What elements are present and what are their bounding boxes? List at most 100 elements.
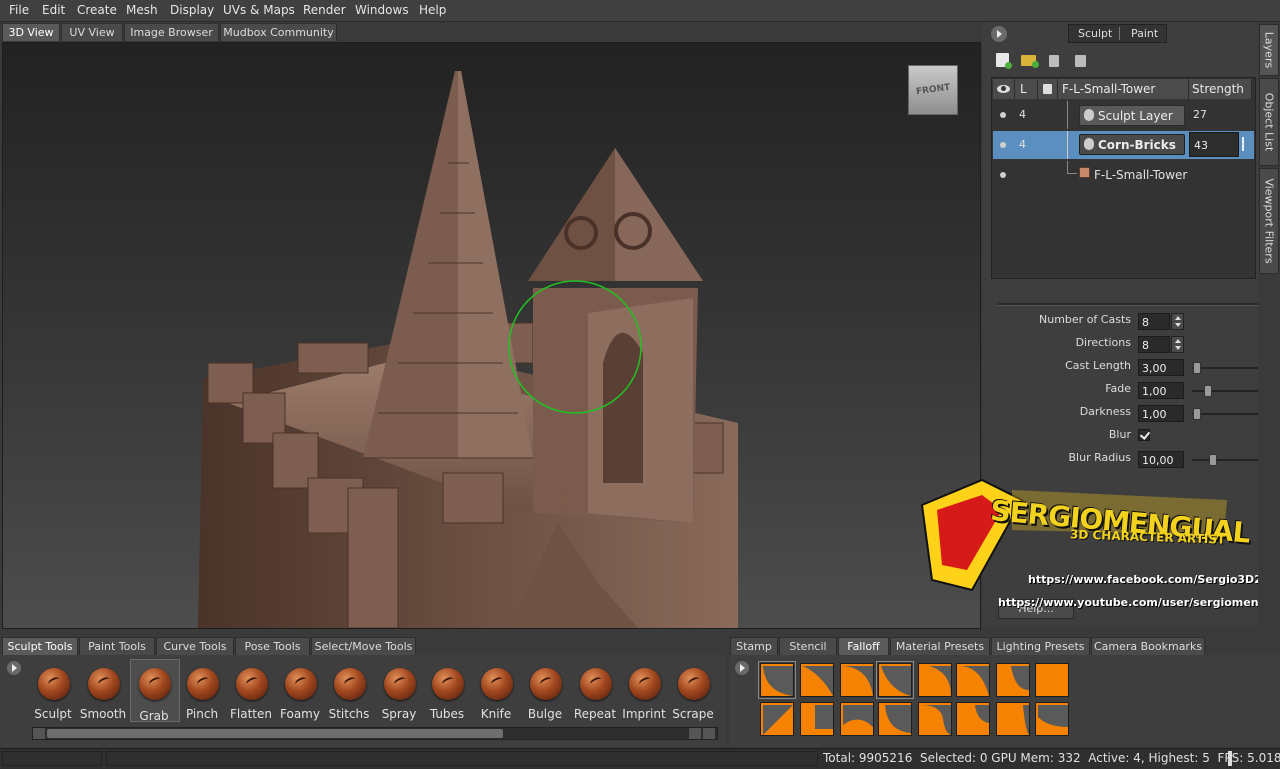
tab-pose-tools[interactable]: Pose Tools — [235, 637, 310, 655]
tab-paint-tools[interactable]: Paint Tools — [79, 637, 155, 655]
scroll-right-icon[interactable] — [689, 728, 701, 739]
tab-select-move-tools[interactable]: Select/Move Tools — [311, 637, 416, 655]
grab-icon — [139, 668, 171, 700]
sculpt-model — [198, 71, 738, 628]
blur-radius-knob[interactable] — [1209, 454, 1217, 466]
falloff-preset[interactable] — [956, 663, 990, 697]
tab-falloff[interactable]: Falloff — [838, 637, 889, 655]
tab-sculpt-tools[interactable]: Sculpt Tools — [2, 637, 78, 655]
strength-input[interactable]: 43 — [1189, 132, 1239, 157]
scroll-left-icon[interactable] — [33, 728, 45, 739]
falloff-expand-icon[interactable] — [735, 661, 749, 675]
falloff-preset[interactable] — [996, 702, 1030, 736]
tab-lighting-presets[interactable]: Lighting Presets — [991, 637, 1090, 655]
layer-name-button[interactable]: Sculpt Layer 1 — [1079, 105, 1185, 144]
darkness-slider[interactable] — [1192, 408, 1266, 420]
falloff-preset[interactable] — [876, 661, 914, 699]
tray-expand-icon[interactable] — [7, 661, 21, 675]
mesh-icon — [1079, 167, 1090, 178]
tab-image-browser[interactable]: Image Browser — [124, 23, 219, 41]
falloff-preset[interactable] — [760, 702, 794, 736]
scroll-thumb[interactable] — [47, 729, 503, 738]
darkness-label: Darkness — [1079, 405, 1131, 418]
strength-slider-icon[interactable] — [1242, 137, 1252, 151]
visibility-dot[interactable] — [1000, 172, 1006, 178]
lock-icon — [1043, 84, 1052, 94]
falloff-preset[interactable] — [918, 663, 952, 697]
tab-object-list[interactable]: Object List — [1259, 78, 1279, 166]
layer-strength[interactable]: 27 — [1193, 108, 1207, 121]
fade-knob[interactable] — [1204, 385, 1212, 397]
cast-length-knob[interactable] — [1193, 362, 1201, 374]
mode-paint-button[interactable]: Paint — [1131, 27, 1158, 40]
layer-level: 4 — [1019, 138, 1026, 151]
tab-stencil[interactable]: Stencil — [779, 637, 837, 655]
tab-material-presets[interactable]: Material Presets — [890, 637, 990, 655]
mode-sculpt-button[interactable]: Sculpt — [1078, 27, 1112, 40]
cast-length-slider[interactable] — [1192, 362, 1266, 374]
mesh-name[interactable]: F-L-Small-Tower — [1094, 168, 1187, 182]
visibility-dot[interactable] — [1000, 112, 1006, 118]
darkness-input[interactable]: 1,00 — [1138, 405, 1184, 422]
layer-name-button[interactable]: Corn-Bricks — [1079, 134, 1185, 155]
sculpt-icon — [38, 668, 70, 700]
menu-bar: File Edit Create Mesh Display UVs & Maps… — [0, 0, 1280, 22]
casts-input[interactable]: 8 — [1138, 313, 1170, 330]
menu-help[interactable]: Help — [419, 3, 446, 17]
falloff-preset[interactable] — [878, 702, 912, 736]
visibility-dot[interactable] — [1000, 142, 1006, 148]
falloff-preset[interactable] — [840, 702, 874, 736]
menu-uvs-maps[interactable]: UVs & Maps — [223, 3, 295, 17]
merge-layer-icon[interactable] — [1075, 55, 1086, 67]
layer-row[interactable]: F-L-Small-Tower — [993, 161, 1254, 189]
scroll-end-icon[interactable] — [703, 728, 715, 739]
menu-render[interactable]: Render — [303, 3, 346, 17]
falloff-preset[interactable] — [956, 702, 990, 736]
delete-layer-icon[interactable] — [1049, 55, 1059, 67]
blur-radius-slider[interactable] — [1192, 454, 1266, 466]
falloff-preset[interactable] — [1035, 702, 1069, 736]
tab-stamp[interactable]: Stamp — [730, 637, 778, 655]
blur-checkbox[interactable] — [1138, 429, 1151, 441]
falloff-preset[interactable] — [800, 663, 834, 697]
tools-scrollbar[interactable] — [32, 727, 718, 740]
casts-spinner[interactable] — [1171, 313, 1184, 330]
fade-input[interactable]: 1,00 — [1138, 382, 1184, 399]
tab-uv-view[interactable]: UV View — [61, 23, 123, 41]
new-layer-icon[interactable] — [996, 53, 1012, 69]
menu-create[interactable]: Create — [77, 3, 117, 17]
layer-row[interactable]: 4 Sculpt Layer 1 27 — [993, 101, 1254, 144]
falloff-preset[interactable] — [918, 702, 952, 736]
new-folder-icon[interactable] — [1021, 55, 1039, 68]
view-cube[interactable]: FRONT — [908, 65, 960, 115]
directions-input[interactable]: 8 — [1138, 336, 1170, 353]
tab-3d-view[interactable]: 3D View — [2, 23, 60, 41]
menu-edit[interactable]: Edit — [42, 3, 65, 17]
falloff-preset[interactable] — [840, 663, 874, 697]
menu-display[interactable]: Display — [170, 3, 214, 17]
lock-header — [1038, 79, 1058, 99]
sculpt-layer-icon — [1084, 109, 1094, 121]
tubes-icon — [432, 668, 464, 700]
fade-slider[interactable] — [1192, 385, 1266, 397]
tab-mudbox-community[interactable]: Mudbox Community — [220, 23, 337, 41]
blur-radius-input[interactable]: 10,00 — [1138, 451, 1184, 468]
3d-viewport[interactable]: FRONT — [2, 42, 981, 629]
tab-camera-bookmarks[interactable]: Camera Bookmarks — [1091, 637, 1205, 655]
cast-length-input[interactable]: 3,00 — [1138, 359, 1184, 376]
menu-windows[interactable]: Windows — [355, 3, 409, 17]
layer-row-selected[interactable]: 4 Corn-Bricks 43 — [993, 131, 1254, 159]
menu-file[interactable]: File — [9, 3, 29, 17]
menu-mesh[interactable]: Mesh — [126, 3, 158, 17]
panel-collapse-icon[interactable] — [991, 26, 1007, 42]
falloff-preset[interactable] — [800, 702, 834, 736]
falloff-preset[interactable] — [758, 661, 796, 699]
directions-spinner[interactable] — [1171, 336, 1184, 353]
darkness-knob[interactable] — [1193, 408, 1201, 420]
falloff-preset[interactable] — [996, 663, 1030, 697]
bulge-icon — [530, 668, 562, 700]
tab-curve-tools[interactable]: Curve Tools — [156, 637, 234, 655]
tab-layers[interactable]: Layers — [1259, 24, 1279, 76]
falloff-preset[interactable] — [1035, 663, 1069, 697]
tab-viewport-filters[interactable]: Viewport Filters — [1259, 168, 1279, 274]
